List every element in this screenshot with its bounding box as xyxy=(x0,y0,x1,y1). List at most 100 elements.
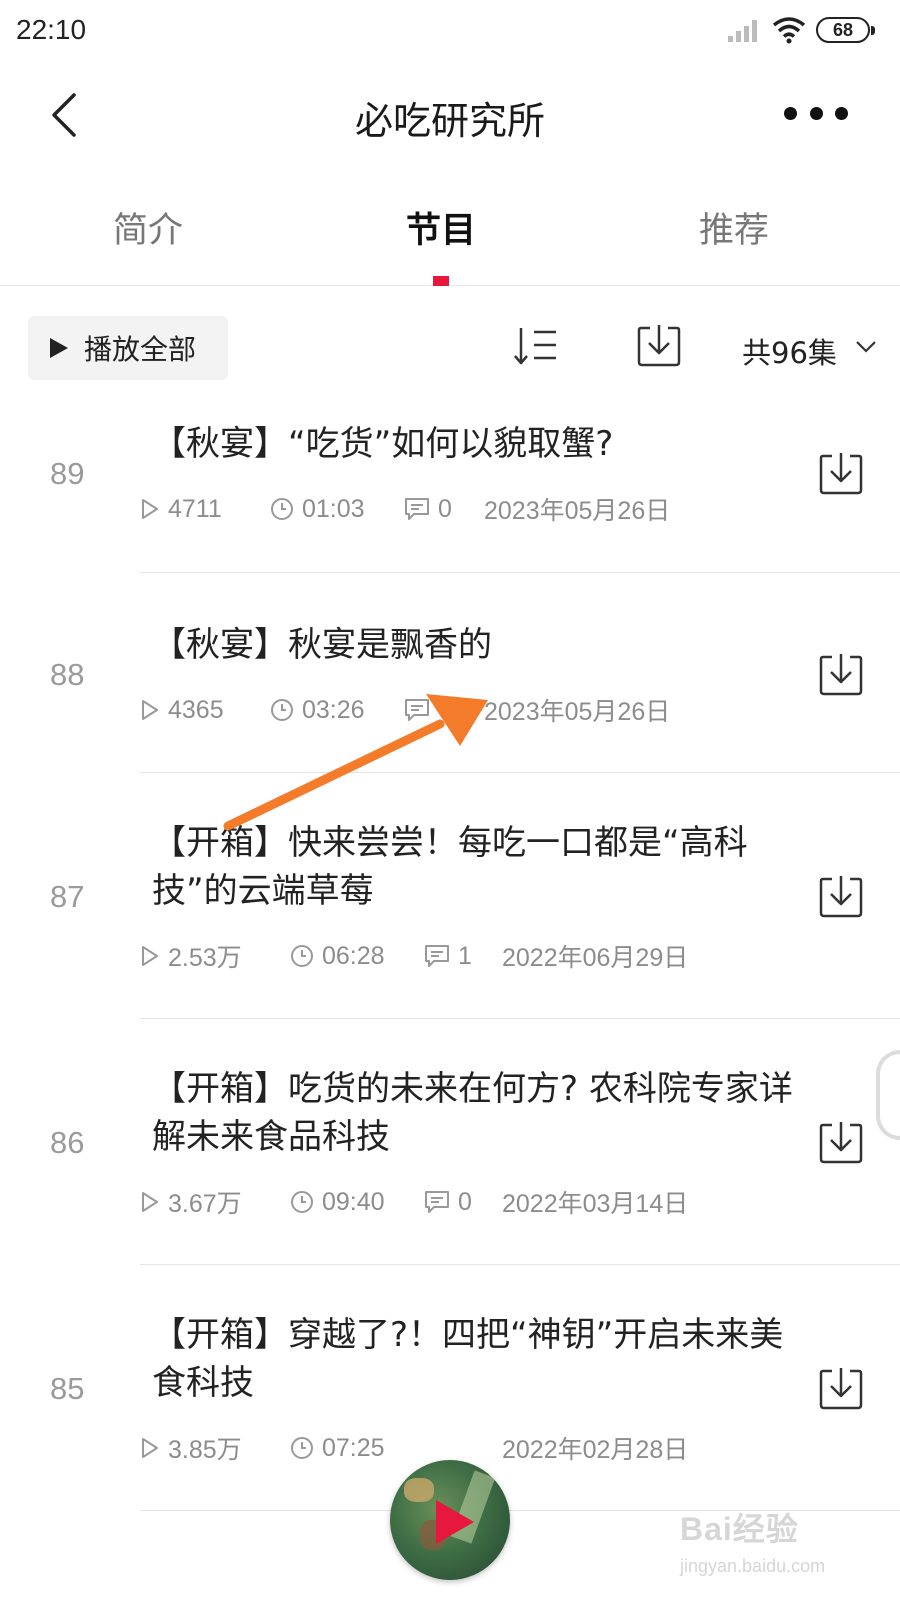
battery-indicator: 68 xyxy=(816,17,875,43)
episode-meta: 3.67万 09:40 0 2022年03月14日 xyxy=(140,1185,688,1219)
play-all-button[interactable]: 播放全部 xyxy=(28,316,228,380)
comment-count-value: 1 xyxy=(458,941,472,970)
sort-icon[interactable] xyxy=(512,324,560,368)
battery-level: 68 xyxy=(832,19,854,40)
play-icon xyxy=(50,338,68,358)
status-bar: 22:10 68 xyxy=(0,0,900,62)
duration-value: 07:25 xyxy=(322,1433,385,1462)
tab-recommend[interactable]: 推荐 xyxy=(634,202,834,253)
download-icon[interactable] xyxy=(818,450,864,496)
play-count-icon xyxy=(142,1438,158,1458)
tab-bar: 简介 节目 推荐 xyxy=(0,172,900,286)
download-all-icon[interactable] xyxy=(636,322,682,368)
episode-number: 85 xyxy=(50,1371,85,1406)
episode-title: 【秋宴】秋宴是飘香的 xyxy=(152,625,492,665)
play-count-value: 3.67万 xyxy=(168,1190,242,1218)
episode-meta: 4711 01:03 0 2023年05月26日 xyxy=(140,492,670,526)
more-dot-icon xyxy=(784,106,797,120)
episode-title: 【开箱】快来尝尝！每吃一口都是“高科技”的云端草莓 xyxy=(152,823,748,911)
episode-number: 88 xyxy=(50,657,85,692)
play-count-icon xyxy=(142,700,158,720)
play-count-icon xyxy=(142,499,158,519)
tab-programs[interactable]: 节目 xyxy=(341,202,541,253)
more-dot-icon xyxy=(835,106,848,120)
clock-icon xyxy=(271,498,293,520)
play-count-icon xyxy=(142,1192,158,1212)
scroll-handle[interactable] xyxy=(876,1050,900,1140)
duration: 09:40 xyxy=(290,1188,424,1217)
play-icon xyxy=(436,1500,474,1544)
play-count: 3.67万 xyxy=(140,1184,290,1220)
publish-date: 2022年02月28日 xyxy=(502,1436,689,1464)
duration-value: 06:28 xyxy=(322,941,385,970)
play-count: 4711 xyxy=(140,495,270,524)
play-count: 2.53万 xyxy=(140,938,290,974)
mini-player[interactable] xyxy=(390,1460,510,1580)
more-button[interactable] xyxy=(784,98,848,128)
watermark-url: jingyan.baidu.com xyxy=(680,1556,826,1576)
comment-icon xyxy=(425,1191,449,1213)
clock-icon xyxy=(291,1437,313,1459)
duration-value: 01:03 xyxy=(302,494,365,523)
clock-icon xyxy=(271,699,293,721)
chevron-down-icon xyxy=(856,341,876,353)
comment-count: 0 xyxy=(404,696,484,725)
status-time: 22:10 xyxy=(16,14,87,45)
active-tab-indicator xyxy=(433,276,449,286)
publish-date: 2023年05月26日 xyxy=(484,497,671,525)
tab-intro[interactable]: 简介 xyxy=(48,202,248,253)
comment-count-value: 0 xyxy=(438,695,452,724)
comment-count-value: 0 xyxy=(458,1187,472,1216)
episode-number: 86 xyxy=(50,1125,85,1160)
download-icon[interactable] xyxy=(818,1365,864,1411)
download-icon[interactable] xyxy=(818,873,864,919)
play-count: 4365 xyxy=(140,696,270,725)
duration: 03:26 xyxy=(270,696,404,725)
duration-value: 03:26 xyxy=(302,695,365,724)
list-toolbar: 播放全部 共96集 xyxy=(0,286,900,396)
page-title: 必吃研究所 xyxy=(354,99,545,143)
watermark: Bai经验 jingyan.baidu.com xyxy=(680,1504,880,1594)
clock-icon xyxy=(291,1191,313,1213)
app-header: 必吃研究所 xyxy=(0,62,900,172)
cover-art xyxy=(404,1478,434,1502)
duration: 06:28 xyxy=(290,942,424,971)
list-item[interactable]: 87 【开箱】快来尝尝！每吃一口都是“高科技”的云端草莓 2.53万 06:28… xyxy=(0,773,900,1019)
play-count-icon xyxy=(142,946,158,966)
episode-meta: 4365 03:26 0 2023年05月26日 xyxy=(140,693,670,727)
comment-icon xyxy=(405,699,429,721)
list-item[interactable]: 88 【秋宴】秋宴是飘香的 4365 03:26 0 2023年05月26日 xyxy=(0,573,900,773)
comment-icon xyxy=(425,945,449,967)
play-count-value: 2.53万 xyxy=(168,944,242,972)
episode-title: 【秋宴】“吃货”如何以貌取蟹? xyxy=(152,424,614,464)
duration: 07:25 xyxy=(290,1434,502,1463)
download-icon[interactable] xyxy=(818,651,864,697)
wifi-icon xyxy=(772,17,806,44)
clock-icon xyxy=(291,945,313,967)
list-item[interactable]: 86 【开箱】吃货的未来在何方? 农科院专家详解未来食品科技 3.67万 09:… xyxy=(0,1019,900,1265)
download-icon[interactable] xyxy=(818,1119,864,1165)
duration: 01:03 xyxy=(270,495,404,524)
watermark-logo: Bai经验 xyxy=(680,1511,799,1547)
play-count-value: 4711 xyxy=(168,494,222,523)
comment-count-value: 0 xyxy=(438,494,452,523)
comment-count: 1 xyxy=(424,942,502,971)
comment-count: 0 xyxy=(424,1188,502,1217)
more-dot-icon xyxy=(809,106,823,120)
play-all-label: 播放全部 xyxy=(84,333,197,366)
signal-icon xyxy=(728,20,757,42)
publish-date: 2023年05月26日 xyxy=(484,698,671,726)
comment-icon xyxy=(405,498,429,520)
publish-date: 2022年06月29日 xyxy=(502,944,689,972)
episode-title: 【开箱】穿越了?！四把“神钥”开启未来美食科技 xyxy=(152,1315,784,1403)
list-item[interactable]: 89 【秋宴】“吃货”如何以貌取蟹? 4711 01:03 0 2023年05月… xyxy=(0,400,900,573)
play-count: 3.85万 xyxy=(140,1430,290,1466)
episode-meta: 3.85万 07:25 2022年02月28日 xyxy=(140,1431,688,1465)
episode-number: 87 xyxy=(50,879,85,914)
episode-meta: 2.53万 06:28 1 2022年06月29日 xyxy=(140,939,688,973)
episode-count-selector[interactable]: 共96集 xyxy=(742,330,837,372)
duration-value: 09:40 xyxy=(322,1187,385,1216)
comment-count: 0 xyxy=(404,495,484,524)
episode-title: 【开箱】吃货的未来在何方? 农科院专家详解未来食品科技 xyxy=(152,1069,793,1157)
play-count-value: 3.85万 xyxy=(168,1436,242,1464)
